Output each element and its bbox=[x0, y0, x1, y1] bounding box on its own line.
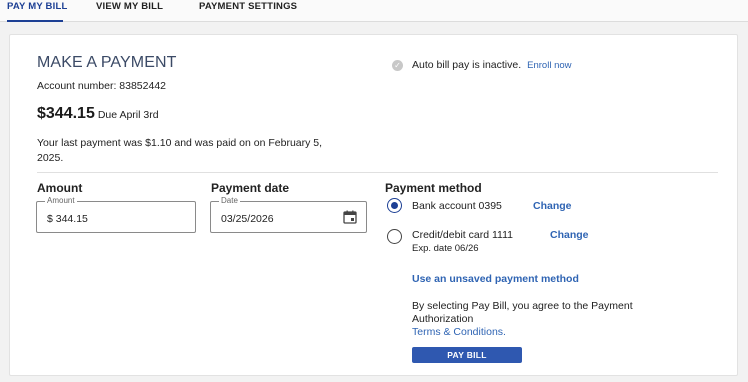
payment-card: MAKE A PAYMENT Account number: 83852442 … bbox=[9, 34, 738, 376]
calendar-icon[interactable] bbox=[343, 210, 357, 224]
enroll-now-link[interactable]: Enroll now bbox=[527, 60, 571, 71]
terms-conditions-link[interactable]: Terms & Conditions. bbox=[412, 326, 506, 338]
unsaved-payment-method-link[interactable]: Use an unsaved payment method bbox=[412, 273, 579, 285]
change-credit-card-link[interactable]: Change bbox=[550, 229, 589, 241]
check-circle-icon: ✓ bbox=[392, 59, 403, 71]
agreement-text: By selecting Pay Bill, you agree to the … bbox=[412, 300, 652, 339]
page-title: MAKE A PAYMENT bbox=[37, 54, 177, 71]
credit-card-label: Credit/debit card 1111 bbox=[412, 229, 513, 241]
bank-account-label: Bank account 0395 bbox=[412, 200, 502, 212]
date-field[interactable]: Date 03/25/2026 bbox=[210, 196, 367, 233]
tab-payment-settings[interactable]: PAYMENT SETTINGS bbox=[199, 0, 297, 22]
divider bbox=[37, 172, 718, 173]
autopay-status: ✓ Auto bill pay is inactive. Enroll now bbox=[390, 59, 572, 71]
due-date: Due April 3rd bbox=[97, 109, 159, 121]
credit-card-radio[interactable] bbox=[387, 229, 402, 244]
amount-input-value: $ 344.15 bbox=[47, 213, 88, 225]
pay-bill-button[interactable]: PAY BILL bbox=[412, 347, 522, 363]
bank-account-radio[interactable] bbox=[387, 198, 402, 213]
date-field-label: Date bbox=[219, 196, 240, 205]
amount-due: $344.15 Due April 3rd bbox=[37, 105, 159, 123]
amount-field[interactable]: Amount $ 344.15 bbox=[36, 196, 196, 233]
last-payment-info: Your last payment was $1.10 and was paid… bbox=[37, 137, 323, 164]
tab-bar: PAY MY BILL VIEW MY BILL PAYMENT SETTING… bbox=[0, 0, 748, 22]
date-input-value: 03/25/2026 bbox=[221, 213, 274, 225]
tab-view-my-bill[interactable]: VIEW MY BILL bbox=[96, 0, 163, 22]
payment-method-heading: Payment method bbox=[385, 181, 482, 195]
amount-field-label: Amount bbox=[45, 196, 77, 205]
amount-due-value: $344.15 bbox=[37, 105, 95, 122]
autopay-status-text: Auto bill pay is inactive. bbox=[412, 59, 522, 71]
account-number: Account number: 83852442 bbox=[37, 80, 167, 92]
tab-pay-my-bill[interactable]: PAY MY BILL bbox=[7, 0, 67, 22]
amount-heading: Amount bbox=[37, 181, 83, 195]
change-bank-account-link[interactable]: Change bbox=[533, 200, 572, 212]
card-expiry: Exp. date 06/26 bbox=[412, 243, 479, 254]
agreement-copy: By selecting Pay Bill, you agree to the … bbox=[412, 300, 633, 325]
payment-date-heading: Payment date bbox=[211, 181, 290, 195]
